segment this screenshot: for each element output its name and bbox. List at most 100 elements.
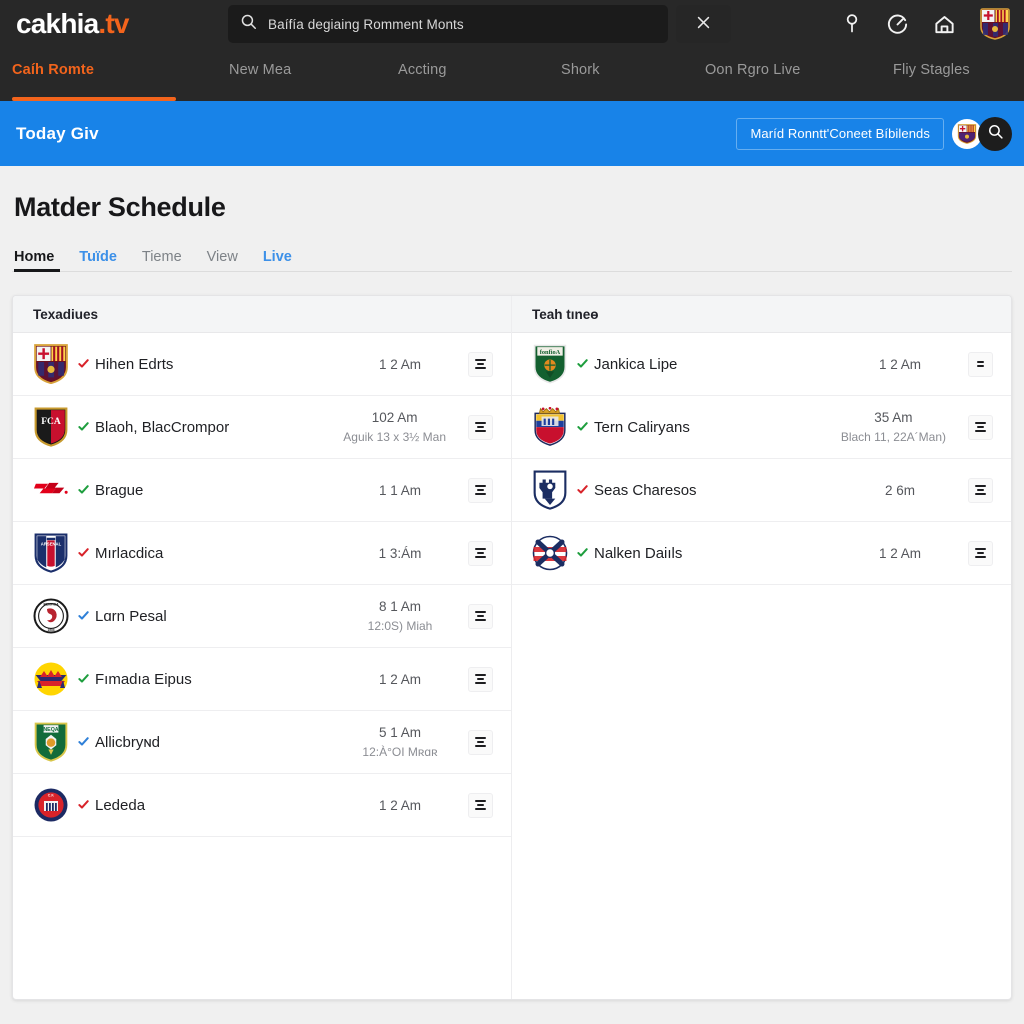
match-list-left: Hihen Edrts 1 2 Am FCA Blaoh, BlacCrompor 10… [13, 333, 511, 837]
row-menu-button[interactable] [468, 414, 493, 440]
team-crest-icon: FCA [33, 407, 69, 447]
search-bar[interactable] [228, 5, 668, 43]
match-subtime: Blach 11, 22A´Man) [840, 430, 946, 444]
row-menu-button[interactable] [468, 666, 493, 692]
top-icon-group [842, 6, 1010, 42]
tab-tieme[interactable]: Tieme [142, 249, 182, 271]
match-row[interactable]: C.F. Lededa 1 2 Am [13, 774, 511, 837]
team-crest-icon: BENFICA 1904 [33, 597, 69, 635]
match-row[interactable]: Hihen Edrts 1 2 Am [13, 333, 511, 396]
schedule-card: Texadiues Hihen Edrts 1 2 Am FCA Blaoh, Bla… [12, 295, 1012, 1000]
top-bar: cakhia.tv [0, 0, 1024, 48]
match-row[interactable]: Brague 1 1 Am [13, 459, 511, 522]
match-time-group: 35 Am Blach 11, 22A´Man) [841, 410, 946, 444]
row-menu-button[interactable] [468, 603, 493, 629]
close-search-button[interactable] [676, 5, 731, 43]
banner-title: Today Giv [16, 123, 99, 143]
close-icon [695, 14, 712, 34]
team-crest-icon [33, 343, 69, 385]
status-tick-icon [77, 736, 90, 749]
schedule-column-left: Texadiues Hihen Edrts 1 2 Am FCA Blaoh, Bla… [13, 296, 512, 999]
nav-item-5[interactable]: Fliy Stagles [893, 62, 970, 78]
team-name: Jankica Lipe [594, 355, 678, 373]
brand-logo[interactable]: cakhia.tv [16, 10, 129, 38]
team-name: Allicbryɴd [95, 733, 160, 751]
match-time-group: 1 2 Am [354, 798, 446, 813]
tab-active-indicator [14, 269, 60, 272]
nav-item-0[interactable]: Caíh Romte [12, 62, 94, 78]
match-time: 1 2 Am [878, 356, 922, 372]
match-subtime: 12:0Ѕ) Miah [367, 619, 433, 633]
timer-icon[interactable] [886, 13, 909, 36]
match-time-group: 1 2 Am [354, 672, 446, 687]
match-row[interactable]: Tern Caliryans 35 Am Blach 11, 22A´Man) [512, 396, 1011, 459]
nav-item-2[interactable]: Accting [398, 62, 447, 78]
match-time: 1 2 Am [378, 797, 422, 813]
team-crest-icon: NEQA [33, 722, 69, 762]
match-time-group: 8 1 Am 12:0Ѕ) Miah [354, 599, 446, 633]
match-subtime: 12:À°OI Mʀɑʀ [362, 745, 438, 759]
brand-name: cakhia [16, 8, 99, 39]
column-header-left: Texadiues [13, 296, 511, 333]
status-tick-icon [576, 547, 589, 560]
match-row[interactable]: BENFICA 1904 Lɑrn Pesal 8 1 Am 12:0Ѕ) Miah [13, 585, 511, 648]
team-crest-icon [532, 470, 568, 510]
location-pin-icon[interactable] [842, 12, 862, 36]
page-title: Matder Schedule [14, 192, 226, 222]
status-tick-icon [576, 421, 589, 434]
tab-view[interactable]: View [207, 249, 238, 271]
user-crest-avatar[interactable] [980, 8, 1010, 40]
match-time: 1 3:Ám [378, 545, 422, 561]
row-menu-button[interactable] [968, 414, 993, 440]
tab-tuide[interactable]: Tuïde [79, 249, 117, 271]
row-menu-button[interactable] [468, 792, 493, 818]
match-row[interactable]: FCA Blaoh, BlacCrompor 102 Am Aguik 13 х 3½… [13, 396, 511, 459]
match-row[interactable]: Seas Charesos 2 6m [512, 459, 1011, 522]
tab-home[interactable]: Home [14, 249, 54, 271]
team-name: Nalken Daiıls [594, 544, 683, 562]
match-row[interactable]: NEQA Allicbryɴd 5 1 Am 12:À°OI Mʀɑʀ [13, 711, 511, 774]
row-menu-button[interactable] [468, 729, 493, 755]
main-nav: Caíh Romte New Mea Accting Shork Oon Rgr… [0, 48, 1024, 101]
svg-text:ARSENAL: ARSENAL [41, 542, 62, 547]
banner-pill-button[interactable]: Maríd Ronntt'Coneet Bíbilends [736, 117, 944, 150]
nav-item-3[interactable]: Shork [561, 62, 600, 78]
nav-item-4[interactable]: Oon Rgro Live [705, 62, 800, 78]
status-tick-icon [77, 421, 90, 434]
match-time: 5 1 Am [378, 725, 422, 740]
promo-banner: Today Giv Maríd Ronntt'Coneet Bíbilends [0, 101, 1024, 166]
row-menu-button[interactable] [968, 477, 993, 503]
search-input[interactable] [268, 16, 656, 32]
match-time: 2 6m [884, 482, 915, 498]
match-time: 1 2 Am [378, 356, 422, 372]
match-row[interactable]: ARSENAL Mırlacdica 1 3:Ám [13, 522, 511, 585]
match-row[interactable]: fonfioA Jankica Lipe 1 2 Am [512, 333, 1011, 396]
team-name: Hihen Edrts [95, 355, 174, 373]
team-name: Fımadıa Eipus [95, 670, 192, 688]
team-name: Lɑrn Pesal [95, 607, 167, 625]
home-icon[interactable] [933, 13, 956, 36]
team-crest-icon [532, 406, 568, 446]
row-menu-button[interactable] [468, 477, 493, 503]
status-tick-icon [576, 484, 589, 497]
status-tick-icon [77, 610, 90, 623]
row-menu-button[interactable] [468, 540, 493, 566]
search-icon [240, 13, 257, 35]
row-menu-button[interactable] [968, 351, 993, 377]
match-row[interactable]: Fımadıa Eipus 1 2 Am [13, 648, 511, 711]
tab-live[interactable]: Live [263, 249, 292, 271]
banner-search-button[interactable] [978, 116, 1012, 151]
page-body: Matder Schedule Home Tuïde Tieme View Li… [0, 166, 1024, 1024]
match-time-group: 102 Am Aguik 13 х 3½ Man [343, 410, 446, 444]
team-crest-icon: ARSENAL [33, 533, 69, 573]
nav-item-1[interactable]: New Mea [229, 62, 291, 78]
match-time: 8 1 Am [378, 599, 422, 614]
team-crest-icon [33, 471, 69, 509]
match-time: 1 2 Am [878, 545, 922, 561]
svg-text:1904: 1904 [47, 628, 54, 632]
row-menu-button[interactable] [468, 351, 493, 377]
match-row[interactable]: Nalken Daiıls 1 2 Am [512, 522, 1011, 585]
match-time-group: 1 2 Am [354, 357, 446, 372]
column-header-right: Teah tıneɵ [512, 296, 1011, 333]
row-menu-button[interactable] [968, 540, 993, 566]
